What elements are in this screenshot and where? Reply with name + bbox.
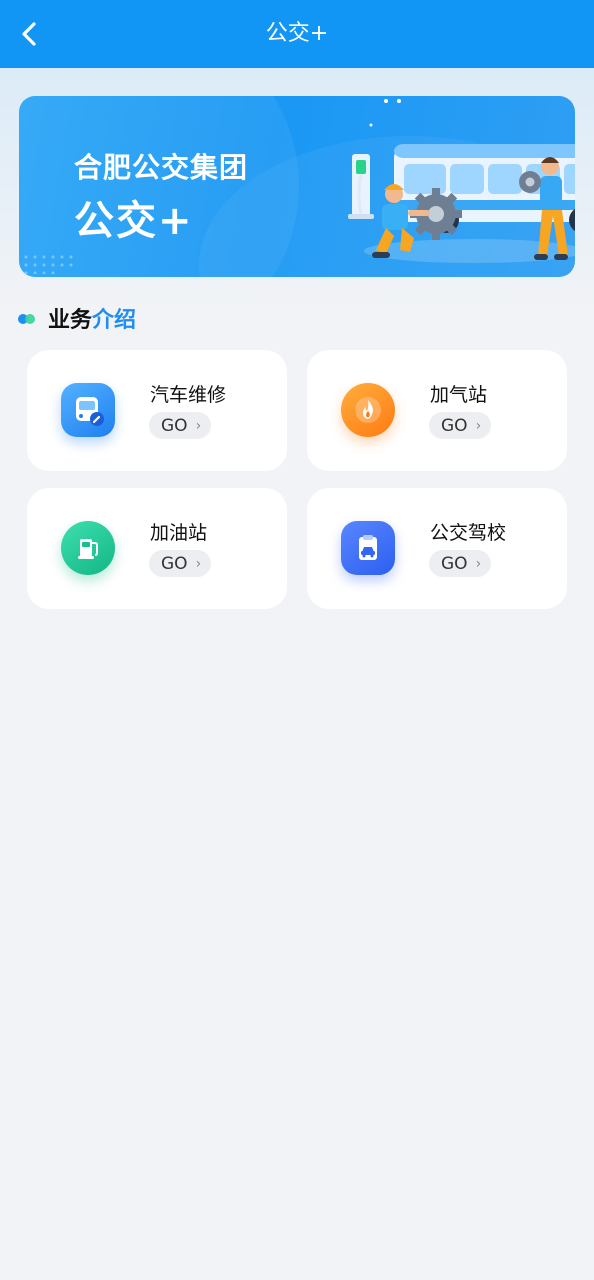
go-button[interactable]: GO ›	[429, 550, 492, 577]
banner-subtitle: 公交+	[74, 198, 194, 244]
banner-title: 合肥公交集团	[74, 151, 249, 184]
go-button[interactable]: GO ›	[149, 412, 212, 439]
service-label: 公交驾校	[430, 522, 507, 544]
service-label: 加油站	[150, 522, 208, 544]
service-label: 加气站	[430, 384, 488, 406]
go-button[interactable]: GO ›	[429, 412, 492, 439]
go-label: GO	[161, 415, 188, 436]
section-title: 业务 介绍	[18, 302, 136, 334]
go-button[interactable]: GO ›	[149, 550, 212, 577]
flame-icon	[341, 383, 395, 437]
chevron-right-icon: ›	[475, 555, 482, 572]
chevron-right-icon: ›	[475, 417, 482, 434]
go-label: GO	[161, 553, 188, 574]
chevron-right-icon: ›	[195, 555, 202, 572]
go-label: GO	[441, 553, 468, 574]
fuel-pump-icon	[61, 521, 115, 575]
service-card-fuel-station[interactable]: 加油站 GO ›	[27, 488, 287, 609]
page-title: 公交+	[265, 21, 329, 46]
app-header: 公交+	[0, 0, 594, 68]
section-title-part1: 业务	[48, 308, 93, 333]
bus-repair-icon	[61, 383, 115, 437]
dots-decoration	[24, 255, 73, 274]
driving-school-car-icon	[341, 521, 395, 575]
chevron-right-icon: ›	[195, 417, 202, 434]
go-label: GO	[441, 415, 468, 436]
promo-banner[interactable]: 合肥公交集团 公交+	[19, 96, 575, 277]
service-card-driving-school[interactable]: 公交驾校 GO ›	[307, 488, 567, 609]
section-title-part2: 介绍	[92, 308, 137, 333]
bus-repair-illustration	[348, 99, 575, 263]
service-card-gas-station[interactable]: 加气站 GO ›	[307, 350, 567, 471]
service-label: 汽车维修	[150, 384, 227, 406]
dots-icon	[18, 311, 38, 325]
service-card-car-repair[interactable]: 汽车维修 GO ›	[27, 350, 287, 471]
